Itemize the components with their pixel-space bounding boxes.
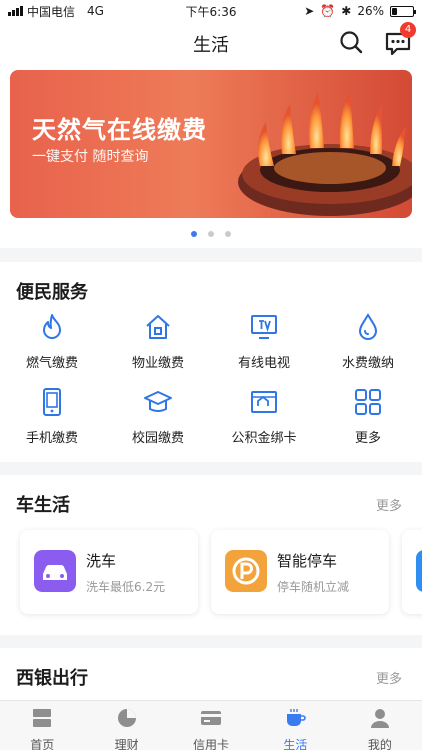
credit-card-icon — [201, 711, 222, 725]
pagination-dot[interactable] — [208, 231, 214, 237]
service-campus[interactable]: 校园缴费 — [106, 387, 210, 446]
banner-subtitle: 一键支付 随时查询 — [32, 149, 149, 165]
service-provident-fund[interactable]: 公积金绑卡 — [212, 387, 316, 446]
service-cable-tv[interactable]: 有线电视 — [212, 312, 316, 371]
card-icon — [416, 550, 422, 592]
section-title-services: 便民服务 — [16, 282, 88, 303]
partial-card[interactable] — [402, 530, 422, 614]
services-section: 便民服务 燃气缴费 物业缴费 有线电视 水费缴纳 手机缴费 校园缴费 公积金绑卡… — [0, 262, 422, 462]
flame-icon — [43, 314, 61, 339]
message-badge: 4 — [400, 22, 416, 38]
battery-icon — [390, 5, 416, 17]
house-icon — [146, 315, 170, 339]
service-label: 燃气缴费 — [25, 356, 78, 371]
banner-title: 天然气在线缴费 — [32, 116, 207, 144]
battery-percent: 26% — [357, 4, 384, 18]
tab-finance[interactable]: 理财 — [84, 701, 168, 750]
signal-icon — [8, 6, 23, 16]
card-title: 智能停车 — [277, 552, 338, 570]
tab-label: 信用卡 — [193, 738, 230, 750]
gas-stove-illustration — [238, 90, 412, 216]
phone-icon — [43, 388, 61, 416]
car-wash-card[interactable]: 洗车 洗车最低6.2元 — [20, 530, 198, 614]
section-title-car-life: 车生活 — [16, 495, 70, 516]
home-icon — [33, 709, 52, 727]
pagination-dot[interactable] — [191, 231, 197, 237]
water-drop-icon — [358, 313, 378, 340]
card-subtitle: 停车随机立减 — [277, 580, 350, 594]
service-label: 校园缴费 — [131, 431, 184, 446]
header: 生活 4 — [0, 22, 422, 64]
person-icon — [370, 709, 389, 728]
network-type: 4G — [87, 4, 104, 18]
alarm-icon: ⏰ — [320, 4, 336, 18]
car-icon — [34, 550, 76, 592]
car-life-more-link[interactable]: 更多 — [376, 495, 402, 514]
service-property[interactable]: 物业缴费 — [106, 312, 210, 371]
pagination-dot[interactable] — [225, 231, 231, 237]
card-subtitle: 洗车最低6.2元 — [86, 580, 166, 594]
house-card-icon — [251, 391, 277, 413]
tab-label: 理财 — [114, 738, 139, 750]
graduation-cap-icon — [144, 391, 172, 412]
service-label: 手机缴费 — [25, 431, 78, 446]
travel-more-link[interactable]: 更多 — [376, 668, 402, 687]
service-water[interactable]: 水费缴纳 — [316, 312, 420, 371]
tab-credit-card[interactable]: 信用卡 — [169, 701, 253, 750]
service-label: 物业缴费 — [131, 356, 184, 371]
location-icon: ➤ — [304, 4, 315, 18]
service-label: 公积金绑卡 — [231, 431, 297, 446]
tab-life[interactable]: 生活 — [253, 701, 337, 750]
section-title-travel: 西银出行 — [16, 668, 88, 689]
tab-label: 我的 — [367, 738, 392, 750]
tab-home[interactable]: 首页 — [0, 701, 84, 750]
parking-icon — [225, 550, 267, 592]
service-gas[interactable]: 燃气缴费 — [0, 312, 104, 371]
promo-banner[interactable]: 天然气在线缴费 一键支付 随时查询 — [10, 70, 412, 218]
service-more[interactable]: 更多 — [316, 387, 420, 446]
search-icon[interactable] — [338, 29, 364, 55]
car-life-section: 车生活 更多 洗车 洗车最低6.2元 智能停车 停车随机立减 — [0, 475, 422, 635]
smart-parking-card[interactable]: 智能停车 停车随机立减 — [211, 530, 389, 614]
status-bar: 中国电信 4G 下午6:36 ➤ ⏰ ✱ 26% — [0, 0, 422, 22]
service-label: 水费缴纳 — [341, 356, 394, 371]
grid-icon — [355, 389, 381, 415]
banner-pagination — [0, 231, 422, 237]
tab-label: 首页 — [30, 738, 55, 750]
bluetooth-icon: ✱ — [341, 4, 352, 18]
coffee-cup-icon — [287, 709, 307, 726]
tab-profile[interactable]: 我的 — [338, 701, 422, 750]
tv-icon — [251, 315, 277, 339]
service-label: 更多 — [354, 431, 381, 446]
service-label: 有线电视 — [237, 356, 290, 371]
service-phone[interactable]: 手机缴费 — [0, 387, 104, 446]
pie-chart-icon — [117, 709, 136, 727]
travel-section: 西银出行 更多 — [0, 648, 422, 700]
banner-section: 天然气在线缴费 一键支付 随时查询 — [0, 64, 422, 248]
card-title: 洗车 — [86, 552, 117, 570]
tab-bar: 首页 理财 信用卡 生活 我的 — [0, 700, 422, 750]
tab-label: 生活 — [283, 738, 308, 750]
carrier: 中国电信 — [27, 4, 76, 19]
